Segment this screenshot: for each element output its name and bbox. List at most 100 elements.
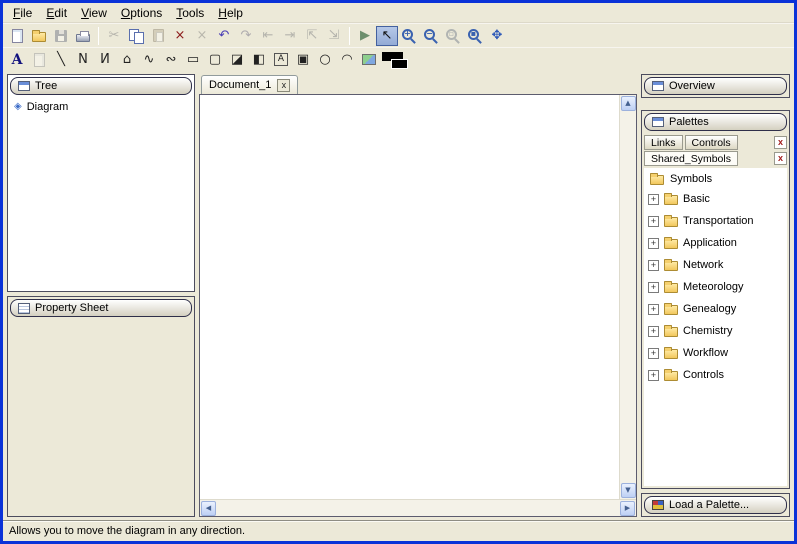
overview-header[interactable]: Overview <box>644 77 787 95</box>
toolbar-button[interactable]: ○ <box>314 50 336 70</box>
symbol-category-item[interactable]: + Chemistry <box>644 320 787 342</box>
toolbar-button[interactable]: ▢ <box>204 50 226 70</box>
horizontal-scrollbar[interactable]: ◀ ▶ <box>200 499 636 516</box>
scroll-right-icon[interactable]: ▶ <box>620 501 635 516</box>
toolbar-button[interactable]: ∿ <box>138 50 160 70</box>
scroll-down-icon[interactable]: ▼ <box>621 483 636 498</box>
toolbar-button[interactable]: ⇥ <box>279 26 301 46</box>
symbols-root-item[interactable]: Symbols <box>644 168 787 188</box>
toolbar-button[interactable]: ◪ <box>226 50 248 70</box>
toolbar-button[interactable] <box>72 26 94 46</box>
edit-toolbar-group: ✂ × × ↶ ↷ ⇤ ⇥ ⇱ <box>103 26 345 46</box>
close-tab-icon[interactable]: x <box>277 79 290 92</box>
main-toolbar: ✂ × × ↶ ↷ ⇤ ⇥ ⇱ <box>3 23 794 47</box>
toolbar-button[interactable] <box>380 50 410 70</box>
toolbar-button[interactable] <box>147 26 169 46</box>
toolbar-button[interactable] <box>125 26 147 46</box>
toolbar-button[interactable]: ◠ <box>336 50 358 70</box>
symbol-category-item[interactable]: + Controls <box>644 364 787 386</box>
menu-accelerator: V <box>81 6 89 20</box>
menu-item-tools[interactable]: Tools <box>169 4 211 22</box>
toolbar-button[interactable]: ╲ <box>50 50 72 70</box>
toolbar-button[interactable]: N <box>72 50 94 70</box>
toolbar-button[interactable] <box>28 50 50 70</box>
toolbar-button[interactable]: ✥ <box>486 26 508 46</box>
toolbar-button[interactable]: ⇤ <box>257 26 279 46</box>
menu-accelerator: O <box>121 6 130 20</box>
menu-label: ptions <box>130 6 162 20</box>
scroll-up-icon[interactable]: ▲ <box>621 96 636 111</box>
open-folder-icon <box>650 175 664 185</box>
symbol-category-item[interactable]: + Workflow <box>644 342 787 364</box>
expand-icon[interactable]: + <box>648 304 659 315</box>
symbol-category-item[interactable]: + Meteorology <box>644 276 787 298</box>
toolbar-button[interactable] <box>50 26 72 46</box>
folder-icon <box>664 305 678 315</box>
filled-rectangle-tool-icon: ◧ <box>253 53 265 66</box>
toolbar-button[interactable]: A <box>270 50 292 70</box>
palettes-header[interactable]: Palettes <box>644 113 787 131</box>
toolbar-button[interactable]: ▭ <box>182 50 204 70</box>
toolbar-button[interactable]: ↷ <box>235 26 257 46</box>
menu-label: ile <box>20 6 32 20</box>
palette-tab-controls[interactable]: Controls <box>685 135 738 150</box>
menu-item-file[interactable]: File <box>6 4 39 22</box>
diagram-canvas[interactable] <box>200 95 619 499</box>
toolbar-button[interactable]: ∾ <box>160 50 182 70</box>
toolbar-button[interactable]: ✂ <box>103 26 125 46</box>
expand-icon[interactable]: + <box>648 348 659 359</box>
vertical-scrollbar[interactable]: ▲ ▼ <box>619 95 636 499</box>
toolbar-button[interactable]: + <box>398 26 420 46</box>
toolbar-button[interactable]: ⇱ <box>301 26 323 46</box>
tree-panel-header[interactable]: Tree <box>10 77 192 95</box>
polyline-tool-icon: N <box>78 53 88 66</box>
close-palette-icon[interactable]: x <box>774 152 787 165</box>
symbol-category-item[interactable]: + Application <box>644 232 787 254</box>
document-tabbar: Document_1 x <box>199 74 637 94</box>
redo-icon: ↷ <box>241 29 252 42</box>
toolbar-button[interactable] <box>6 26 28 46</box>
close-palette-icon[interactable]: x <box>774 136 787 149</box>
palette-tab-shared-symbols[interactable]: Shared_Symbols <box>644 151 738 166</box>
toolbar-button[interactable]: ▣ <box>292 50 314 70</box>
menu-item-view[interactable]: View <box>74 4 114 22</box>
toolbar-button[interactable]: × <box>191 26 213 46</box>
tree-item-diagram[interactable]: ◈ Diagram <box>8 97 194 115</box>
expand-icon[interactable]: + <box>648 216 659 227</box>
menu-item-help[interactable]: Help <box>211 4 250 22</box>
toolbar-button[interactable]: ⌂ <box>116 50 138 70</box>
toolbar-button[interactable]: ▪ <box>464 26 486 46</box>
drawing-toolbar: A ╲ N И ⌂ ∿ ∾ ▭ ▢ <box>3 47 794 71</box>
toolbar-button[interactable] <box>28 26 50 46</box>
menu-item-edit[interactable]: Edit <box>39 4 74 22</box>
expand-icon[interactable]: + <box>648 370 659 381</box>
expand-icon[interactable]: + <box>648 260 659 271</box>
toolbar-button[interactable] <box>358 50 380 70</box>
toolbar-button[interactable]: ▶ <box>354 26 376 46</box>
document-tab[interactable]: Document_1 x <box>201 75 298 94</box>
toolbar-button[interactable]: ↖ <box>376 26 398 46</box>
closed-spline-tool-icon: ∾ <box>166 53 177 66</box>
menu-item-options[interactable]: Options <box>114 4 169 22</box>
load-palette-button[interactable]: Load a Palette... <box>644 496 787 514</box>
tree-panel-icon <box>18 81 30 91</box>
toolbar-button[interactable]: ◧ <box>248 50 270 70</box>
toolbar-button[interactable]: ↶ <box>213 26 235 46</box>
expand-icon[interactable]: + <box>648 238 659 249</box>
symbol-category-item[interactable]: + Genealogy <box>644 298 787 320</box>
toolbar-button[interactable]: A <box>6 50 28 70</box>
symbol-category-item[interactable]: + Transportation <box>644 210 787 232</box>
symbol-category-item[interactable]: + Basic <box>644 188 787 210</box>
property-sheet-header[interactable]: Property Sheet <box>10 299 192 317</box>
palette-tab-links[interactable]: Links <box>644 135 683 150</box>
expand-icon[interactable]: + <box>648 326 659 337</box>
toolbar-button[interactable]: × <box>169 26 191 46</box>
toolbar-button[interactable]: ⇲ <box>323 26 345 46</box>
expand-icon[interactable]: + <box>648 194 659 205</box>
symbol-category-item[interactable]: + Network <box>644 254 787 276</box>
expand-icon[interactable]: + <box>648 282 659 293</box>
toolbar-button[interactable]: − <box>420 26 442 46</box>
toolbar-button[interactable]: И <box>94 50 116 70</box>
toolbar-button[interactable]: ▫ <box>442 26 464 46</box>
scroll-left-icon[interactable]: ◀ <box>201 501 216 516</box>
